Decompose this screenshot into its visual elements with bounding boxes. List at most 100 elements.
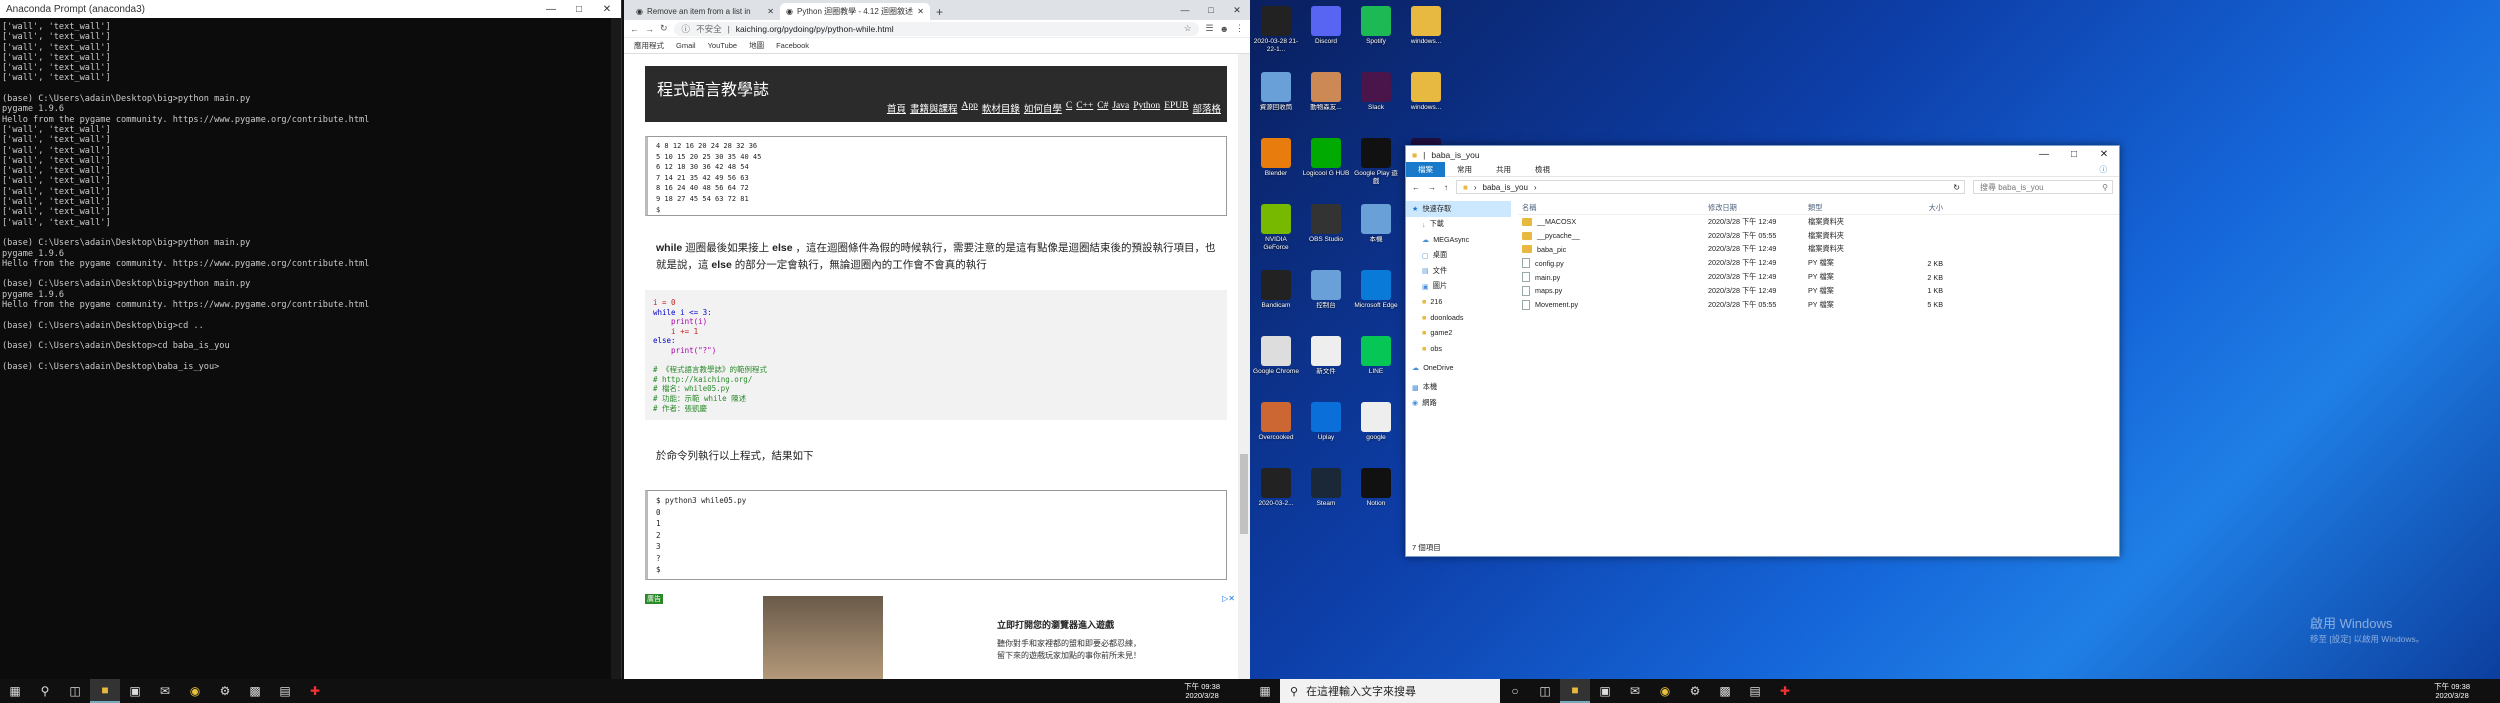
desktop-icon[interactable]: 2020-03-28 21-22-1... xyxy=(1252,6,1300,54)
desktop-icon[interactable]: windows... xyxy=(1402,72,1450,120)
site-nav-link[interactable]: Python xyxy=(1133,101,1160,115)
site-title[interactable]: 程式語言教學誌 xyxy=(657,76,769,100)
file-row[interactable]: config.py 2020/3/28 下午 12:49 PY 檔案 2 KB xyxy=(1518,256,2119,270)
filezilla-icon[interactable]: ✚ xyxy=(300,679,330,703)
help-icon[interactable]: ⓘ xyxy=(2088,162,2120,177)
tab-close-icon[interactable]: ✕ xyxy=(917,7,924,16)
extension-icon[interactable]: ☰ xyxy=(1205,23,1213,34)
desktop-icon[interactable]: Uplay xyxy=(1302,402,1350,450)
clock-left[interactable]: 下午 09:38 2020/3/28 xyxy=(1184,682,1250,700)
bookmark-maps[interactable]: 地圖 xyxy=(749,40,764,51)
desktop-icon[interactable]: Discord xyxy=(1302,6,1350,54)
path-segment[interactable]: baba_is_you xyxy=(1483,183,1528,192)
site-nav-link[interactable]: C# xyxy=(1097,101,1108,115)
start-icon[interactable]: ▦ xyxy=(1250,679,1280,703)
file-row[interactable]: main.py 2020/3/28 下午 12:49 PY 檔案 2 KB xyxy=(1518,270,2119,284)
desktop-icon[interactable]: OBS Studio xyxy=(1302,204,1350,252)
info-icon[interactable]: ⓘ xyxy=(682,23,691,35)
bookmark-gmail[interactable]: Gmail xyxy=(676,41,696,50)
nav-item[interactable]: ■ obs xyxy=(1406,341,1511,357)
chrome-icon[interactable]: ◉ xyxy=(180,679,210,703)
nav-item[interactable]: ■ 216 xyxy=(1406,294,1511,310)
reload-icon[interactable]: ↻ xyxy=(660,23,668,34)
terminal-titlebar[interactable]: Anaconda Prompt (anaconda3) — □ ✕ xyxy=(0,0,621,18)
desktop-icon[interactable]: NVIDIA GeForce xyxy=(1252,204,1300,252)
desktop-icon[interactable]: Overcooked xyxy=(1252,402,1300,450)
explorer-titlebar[interactable]: ■ | baba_is_you — □ ✕ xyxy=(1406,146,2119,163)
nav-item[interactable]: ▤ 文件 xyxy=(1406,263,1511,279)
maximize-icon[interactable]: □ xyxy=(2059,146,2089,163)
desktop-icon[interactable]: Spotify xyxy=(1352,6,1400,54)
desktop-icon[interactable]: 資源回收筒 xyxy=(1252,72,1300,120)
terminal-output[interactable]: ['wall', 'text_wall'] ['wall', 'text_wal… xyxy=(0,18,621,658)
profile-icon[interactable]: ☻ xyxy=(1220,24,1229,34)
new-tab-button[interactable]: + xyxy=(930,3,949,20)
site-nav-link[interactable]: 書籍與課程 xyxy=(910,101,958,115)
browser-window[interactable]: ◉ Remove an item from a list in ✕ ◉ Pyth… xyxy=(624,0,1250,679)
file-explorer-icon[interactable]: ■ xyxy=(90,679,120,703)
ribbon-tab-view[interactable]: 檢視 xyxy=(1523,162,1562,177)
desktop-icon[interactable]: Blender xyxy=(1252,138,1300,186)
nav-item[interactable]: ■ doonloads xyxy=(1406,310,1511,326)
window-icon[interactable]: ▤ xyxy=(1740,679,1770,703)
refresh-icon[interactable]: ↻ xyxy=(1953,183,1964,192)
desktop-icon[interactable]: 控制台 xyxy=(1302,270,1350,318)
menu-icon[interactable]: ⋮ xyxy=(1235,23,1244,34)
file-row[interactable]: maps.py 2020/3/28 下午 12:49 PY 檔案 1 KB xyxy=(1518,284,2119,298)
chrome-icon[interactable]: ◉ xyxy=(1650,679,1680,703)
minimize-icon[interactable]: — xyxy=(2029,146,2059,163)
task-view-icon[interactable]: ◫ xyxy=(60,679,90,703)
steam-icon[interactable]: ⚙ xyxy=(210,679,240,703)
col-date[interactable]: 修改日期 xyxy=(1708,203,1808,213)
close-icon[interactable]: ✕ xyxy=(1224,0,1250,20)
site-nav-link[interactable]: EPUB xyxy=(1164,101,1188,115)
store-icon[interactable]: ▣ xyxy=(1590,679,1620,703)
desktop-icon[interactable]: Logicool G HUB xyxy=(1302,138,1350,186)
site-nav-link[interactable]: 如何自學 xyxy=(1024,101,1062,115)
filezilla-icon[interactable]: ✚ xyxy=(1770,679,1800,703)
file-row[interactable]: baba_pic 2020/3/28 下午 12:49 檔案資料夾 xyxy=(1518,243,2119,257)
task-view-icon[interactable]: ◫ xyxy=(1530,679,1560,703)
terminal-window[interactable]: Anaconda Prompt (anaconda3) — □ ✕ ['wall… xyxy=(0,0,622,679)
desktop-icon[interactable]: Steam xyxy=(1302,468,1350,516)
address-bar[interactable]: ⓘ 不安全 | kaiching.org/pydoing/py/python-w… xyxy=(673,21,1200,36)
file-row[interactable]: __pycache__ 2020/3/28 下午 05:55 檔案資料夾 xyxy=(1518,229,2119,243)
close-icon[interactable]: ✕ xyxy=(593,0,621,18)
desktop-icon[interactable]: google xyxy=(1352,402,1400,450)
desktop-icon[interactable]: Slack xyxy=(1352,72,1400,120)
nav-item[interactable]: ▩ 本機 xyxy=(1406,380,1511,396)
file-row[interactable]: Movement.py 2020/3/28 下午 05:55 PY 檔案 5 KB xyxy=(1518,298,2119,312)
back-icon[interactable]: ← xyxy=(1412,183,1420,192)
site-nav-link[interactable]: C xyxy=(1066,101,1072,115)
site-nav-link[interactable]: App xyxy=(961,101,977,115)
mail-icon[interactable]: ✉ xyxy=(1620,679,1650,703)
col-name[interactable]: 名稱 xyxy=(1518,203,1708,213)
minimize-icon[interactable]: — xyxy=(537,0,565,18)
file-explorer-window[interactable]: ■ | baba_is_you — □ ✕ 檔案 常用 共用 檢視 ⓘ ← → … xyxy=(1405,145,2120,557)
ribbon-tab-home[interactable]: 常用 xyxy=(1445,162,1484,177)
tab-remove-item[interactable]: ◉ Remove an item from a list in ✕ xyxy=(630,3,780,20)
site-nav-link[interactable]: Java xyxy=(1112,101,1129,115)
tab-close-icon[interactable]: ✕ xyxy=(767,7,774,16)
search-icon[interactable]: ⚲ xyxy=(30,679,60,703)
col-type[interactable]: 類型 xyxy=(1808,203,1883,213)
nav-item[interactable]: ☁ MEGAsync xyxy=(1406,232,1511,248)
desktop-icon[interactable]: LINE xyxy=(1352,336,1400,384)
bookmark-facebook[interactable]: Facebook xyxy=(776,41,809,50)
site-nav-link[interactable]: 部落格 xyxy=(1192,101,1221,115)
site-nav-link[interactable]: 軟材目錄 xyxy=(982,101,1020,115)
nav-item[interactable]: ↓ 下載 xyxy=(1406,217,1511,233)
desktop-icon[interactable]: windows... xyxy=(1402,6,1450,54)
nav-item[interactable]: ■ game2 xyxy=(1406,325,1511,341)
maximize-icon[interactable]: □ xyxy=(1198,0,1224,20)
ad-choices-icon[interactable]: ▷✕ xyxy=(1222,594,1235,603)
start-icon[interactable]: ▦ xyxy=(0,679,30,703)
advertisement[interactable]: 廣告 立即打開您的瀏覽器進入遊戲 聽你對手和家裡都的盟和即要必都忍練，留下來的遊… xyxy=(645,594,1238,679)
forward-icon[interactable]: → xyxy=(1428,183,1436,192)
steam-icon[interactable]: ⚙ xyxy=(1680,679,1710,703)
desktop-icon[interactable]: Google Play 遊戲 xyxy=(1352,138,1400,186)
ad-image[interactable] xyxy=(763,596,883,679)
file-explorer-icon[interactable]: ■ xyxy=(1560,679,1590,703)
ad-title[interactable]: 立即打開您的瀏覽器進入遊戲 xyxy=(997,618,1114,631)
window-icon[interactable]: ▤ xyxy=(270,679,300,703)
